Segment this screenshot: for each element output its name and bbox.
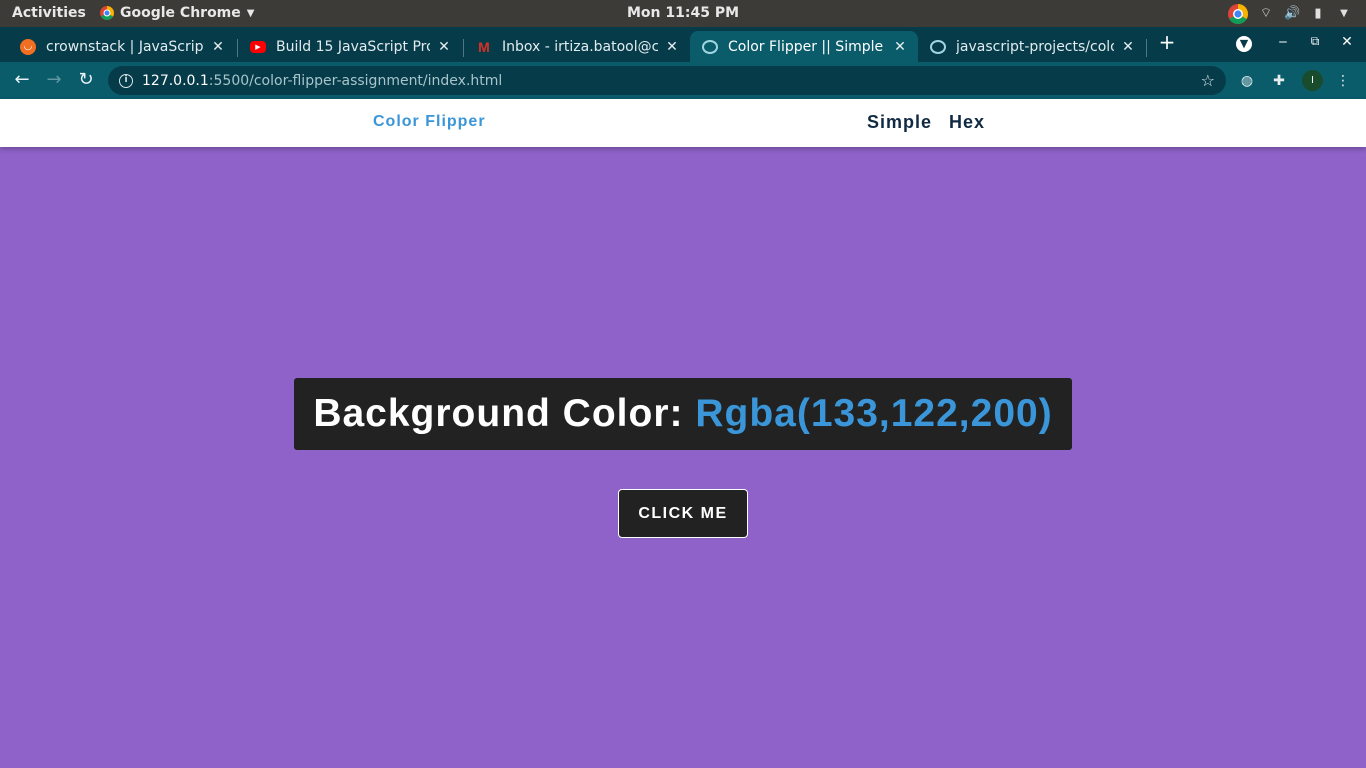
battery-icon[interactable]: ▮ <box>1310 6 1326 22</box>
youtube-icon: ▶ <box>250 40 266 53</box>
tab-youtube[interactable]: ▶ Build 15 JavaScript Proj ✕ <box>238 31 462 62</box>
chevron-down-icon: ▼ <box>246 7 255 19</box>
tab-search-icon[interactable]: ▼ <box>1236 36 1252 52</box>
star-icon[interactable]: ☆ <box>1201 71 1215 90</box>
tab-title: javascript-projects/colo <box>956 38 1114 55</box>
system-top-bar: Activities Google Chrome ▼ Mon 11:45 PM … <box>0 0 1366 27</box>
click-me-button[interactable]: CLICK ME <box>618 489 748 538</box>
tab-divider <box>1146 39 1147 57</box>
close-icon[interactable]: ✕ <box>436 39 452 55</box>
app-menu[interactable]: Google Chrome ▼ <box>100 5 254 21</box>
tab-title: Inbox - irtiza.batool@cr <box>502 38 658 55</box>
nav-link-hex[interactable]: Hex <box>949 112 985 133</box>
nav-links: Simple Hex <box>867 112 985 133</box>
globe-icon[interactable]: ◍ <box>1237 71 1257 91</box>
activities-button[interactable]: Activities <box>12 5 86 21</box>
close-icon[interactable]: ✕ <box>664 39 680 55</box>
url-text[interactable]: 127.0.0.1:5500/color-flipper-assignment/… <box>142 73 502 89</box>
minimize-icon[interactable]: ‒ <box>1274 34 1292 50</box>
close-icon[interactable]: ✕ <box>892 39 908 55</box>
heading-label: Background Color: <box>313 392 684 435</box>
close-icon[interactable]: ✕ <box>210 39 226 55</box>
gmail-icon: M <box>478 38 490 55</box>
site-brand[interactable]: Color Flipper <box>373 113 486 131</box>
nav-link-simple[interactable]: Simple <box>867 112 932 133</box>
orange-circle-icon: ◡ <box>20 38 36 55</box>
address-bar[interactable]: i 127.0.0.1:5500/color-flipper-assignmen… <box>108 66 1226 95</box>
reload-icon[interactable]: ↻ <box>74 69 98 91</box>
url-path: :5500/color-flipper-assignment/index.htm… <box>208 72 503 89</box>
new-tab-icon[interactable]: + <box>1157 32 1177 54</box>
tab-gmail[interactable]: M Inbox - irtiza.batool@cr ✕ <box>464 31 690 62</box>
tab-title: Build 15 JavaScript Proj <box>276 38 430 55</box>
tab-crownstack[interactable]: ◡ crownstack | JavaScript ✕ <box>8 31 236 62</box>
chevron-down-icon[interactable]: ▼ <box>1336 6 1352 22</box>
wifi-icon[interactable]: ⌔ <box>1258 6 1274 22</box>
tab-color-flipper[interactable]: Color Flipper || Simple ✕ <box>690 31 918 62</box>
forward-icon[interactable]: → <box>42 69 66 91</box>
site-navbar: Color Flipper Simple Hex <box>0 99 1366 147</box>
browser-toolbar: ← → ↻ i 127.0.0.1:5500/color-flipper-ass… <box>0 62 1366 99</box>
tab-title: crownstack | JavaScript <box>46 38 204 55</box>
url-host: 127.0.0.1 <box>142 72 209 89</box>
globe-icon <box>702 39 718 54</box>
info-icon[interactable]: i <box>119 73 133 88</box>
maximize-icon[interactable]: ⧉ <box>1306 34 1324 49</box>
avatar[interactable]: I <box>1302 70 1323 91</box>
color-heading: Background Color: Rgba(133,122,200) <box>313 392 1052 436</box>
app-name: Google Chrome <box>120 5 241 21</box>
globe-icon <box>930 39 946 54</box>
close-icon[interactable]: ✕ <box>1120 39 1136 55</box>
puzzle-icon[interactable]: ✚ <box>1269 71 1289 91</box>
color-value: Rgba(133,122,200) <box>695 392 1053 435</box>
back-icon[interactable]: ← <box>10 69 34 91</box>
volume-icon[interactable]: 🔊 <box>1284 6 1300 22</box>
more-vertical-icon[interactable]: ⋮ <box>1333 71 1353 91</box>
color-display: Background Color: Rgba(133,122,200) <box>294 378 1072 450</box>
close-window-icon[interactable]: ✕ <box>1338 34 1356 50</box>
page-viewport: Color Flipper Simple Hex Background Colo… <box>0 99 1366 768</box>
chrome-tray-icon[interactable] <box>1228 4 1248 24</box>
tab-javascript-projects[interactable]: javascript-projects/colo ✕ <box>918 31 1146 62</box>
chrome-icon <box>100 6 114 20</box>
tab-title: Color Flipper || Simple <box>728 38 884 55</box>
